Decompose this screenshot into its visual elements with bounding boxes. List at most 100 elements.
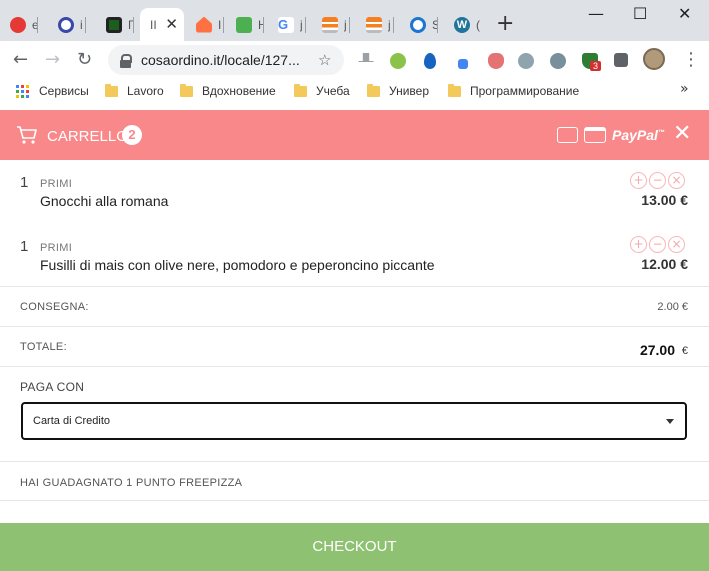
item-name: Gnocchi alla romana [40, 193, 169, 209]
browser-tab[interactable]: Г [96, 8, 134, 41]
new-tab-button[interactable]: + [496, 11, 514, 36]
browser-tab[interactable]: i [48, 8, 86, 41]
remove-quantity-icon[interactable]: − [649, 236, 666, 253]
browser-tab[interactable]: Η [226, 8, 264, 41]
tab-title: e [32, 17, 38, 32]
tab-strip: e i Г II ✕ Ι Η G j j j S W ( + — ☐ ✕ [0, 0, 709, 41]
maximize-button[interactable]: ☐ [633, 4, 647, 23]
tab-favicon-icon [106, 16, 122, 33]
item-category: PRIMI [40, 178, 73, 190]
delete-item-icon[interactable]: × [668, 172, 685, 189]
paypal-logo[interactable]: PayPal™ [612, 127, 665, 143]
browser-menu-icon[interactable]: ⋮ [682, 49, 700, 70]
tab-title: j [300, 17, 303, 32]
bookmark-label: Универ [389, 84, 430, 98]
total-row: TOTALE: 27.00 € [0, 326, 709, 366]
more-bookmarks-button[interactable]: » [680, 81, 689, 97]
tab-favicon-icon [236, 16, 252, 33]
bookmark-label: Lavoro [127, 84, 164, 98]
apps-icon [16, 84, 29, 98]
bookmark-star-icon[interactable]: ☆ [318, 51, 331, 69]
folder-icon [105, 83, 118, 97]
checkout-button[interactable]: CHECKOUT [0, 523, 709, 571]
bookmark-item[interactable]: Вдохновение [180, 83, 276, 98]
chevron-down-icon [666, 419, 674, 424]
forward-arrow-icon[interactable]: → [45, 49, 60, 70]
tab-title: j [344, 17, 347, 32]
points-earned-text: HAI GUADAGNATO 1 PUNTO FREEPIZZA [20, 477, 243, 489]
item-name: Fusilli di mais con olive nere, pomodoro… [40, 257, 435, 273]
delivery-row: CONSEGNA: 2.00 € [0, 286, 709, 326]
address-url[interactable]: cosaordino.it/locale/127... [141, 52, 311, 68]
address-bar[interactable]: cosaordino.it/locale/127... [108, 45, 344, 75]
item-controls: + − × [630, 172, 685, 189]
extension-icon[interactable] [550, 53, 566, 69]
back-arrow-icon[interactable]: ← [13, 49, 28, 70]
browser-tab[interactable]: Ι [186, 8, 224, 41]
payment-method-select[interactable]: Carta di Credito [21, 402, 687, 440]
shield-extension-icon[interactable] [488, 53, 504, 69]
reload-icon[interactable]: ↻ [77, 49, 92, 70]
tab-favicon-icon [10, 16, 26, 33]
add-quantity-icon[interactable]: + [630, 172, 647, 189]
bookmarks-bar: Сервисы Lavoro Вдохновение Учеба Универ … [0, 79, 709, 103]
eyedropper-extension-icon[interactable] [458, 59, 468, 69]
folder-icon [180, 83, 193, 97]
paypal-trademark: ™ [657, 129, 665, 137]
browser-toolbar: ← → ↻ cosaordino.it/locale/127... ☆ 3 ⋮ [0, 41, 709, 79]
shopping-cart-icon [17, 126, 37, 144]
tab-title: Η [258, 17, 264, 32]
cart-item: 1 PRIMI Gnocchi alla romana + − × 13.00 … [0, 172, 709, 236]
browser-tab[interactable]: S [400, 8, 438, 41]
bookmark-label: Вдохновение [202, 84, 276, 98]
bookmark-item[interactable]: Сервисы [16, 84, 89, 98]
bookmark-item[interactable]: Учеба [294, 83, 350, 98]
total-currency: € [681, 345, 688, 357]
bookmark-item[interactable]: Программирование [448, 83, 580, 98]
item-price: 13.00 € [641, 192, 688, 208]
browser-tab[interactable]: j [356, 8, 394, 41]
delete-item-icon[interactable]: × [668, 236, 685, 253]
credit-card-icon[interactable] [584, 127, 606, 143]
drop-extension-icon[interactable] [424, 53, 436, 69]
item-quantity: 1 [20, 174, 29, 191]
remove-quantity-icon[interactable]: − [649, 172, 666, 189]
cart-count-badge: 2 [122, 125, 142, 145]
wallet-icon[interactable] [557, 127, 578, 143]
close-window-button[interactable]: ✕ [678, 4, 691, 23]
browser-tab[interactable]: j [312, 8, 350, 41]
item-quantity: 1 [20, 238, 29, 255]
tab-title: Г [128, 17, 134, 32]
pay-with-label: PAGA CON [20, 380, 85, 394]
points-earned-row: HAI GUADAGNATO 1 PUNTO FREEPIZZA [0, 461, 709, 501]
close-tab-icon[interactable]: ✕ [165, 15, 178, 33]
checkout-label: CHECKOUT [312, 538, 397, 555]
browser-tab[interactable]: e [0, 8, 38, 41]
search-extension-icon[interactable] [518, 53, 534, 69]
bookmark-label: Учеба [316, 84, 350, 98]
google-icon: G [278, 16, 294, 33]
bookmark-item[interactable]: Lavoro [105, 83, 164, 98]
tab-favicon-icon [196, 16, 212, 33]
puzzle-extensions-icon[interactable] [614, 53, 628, 67]
minimize-button[interactable]: — [588, 4, 604, 23]
extension-icon[interactable] [390, 53, 406, 69]
tab-favicon-icon [410, 16, 426, 33]
close-cart-button[interactable]: ✕ [673, 121, 691, 146]
wordpress-icon: W [454, 16, 470, 33]
add-quantity-icon[interactable]: + [630, 236, 647, 253]
total-value: 27.00 [639, 342, 675, 358]
browser-tab[interactable]: W ( [444, 8, 482, 41]
bookmark-label: Программирование [470, 84, 580, 98]
bookmark-item[interactable]: Универ [367, 83, 430, 98]
browser-tab-active[interactable]: II ✕ [140, 8, 184, 41]
tab-title: S [432, 17, 438, 32]
lock-icon [120, 53, 132, 68]
download-extension-icon[interactable] [358, 53, 374, 69]
delivery-value: 2.00 € [657, 301, 688, 313]
tab-title: j [388, 17, 391, 32]
cart-header: CARRELLO 2 PayPal™ ✕ [0, 110, 709, 160]
bookmark-label: Сервисы [39, 84, 89, 98]
browser-tab[interactable]: G j [268, 8, 306, 41]
profile-avatar[interactable] [643, 48, 665, 70]
